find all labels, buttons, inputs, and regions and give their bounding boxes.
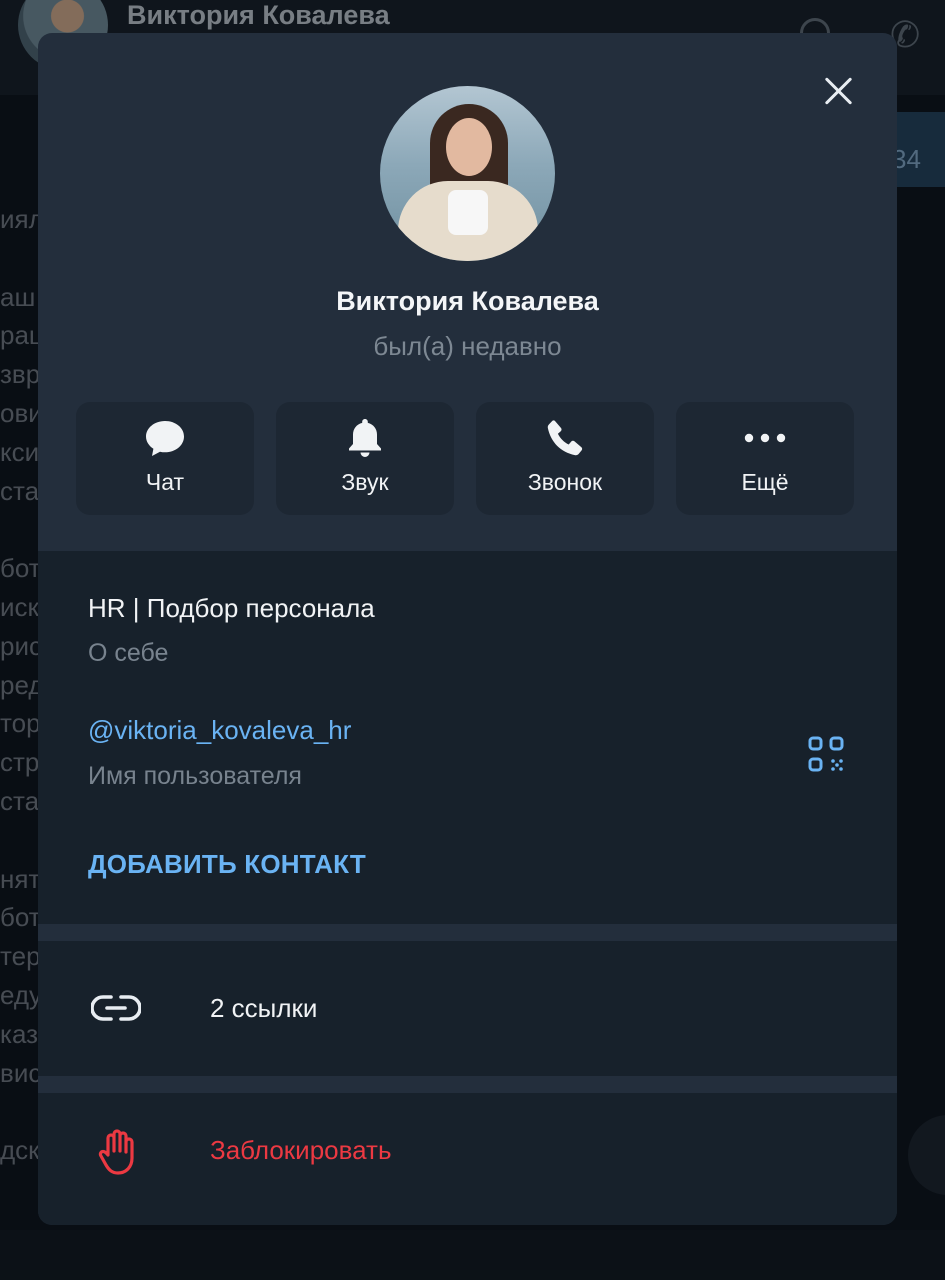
profile-name: Виктория Ковалева [336, 286, 599, 316]
call-button[interactable]: Звонок [476, 402, 654, 515]
more-dots-icon [676, 416, 854, 460]
chat-button[interactable]: Чат [76, 402, 254, 515]
phone-icon [476, 416, 654, 460]
username-link[interactable]: @viktoria_kovaleva_hr [88, 715, 351, 746]
hand-stop-icon [98, 1129, 138, 1175]
chat-bubble-icon [76, 416, 254, 460]
links-label: 2 ссылки [210, 993, 318, 1023]
more-button[interactable]: Ещё [676, 402, 854, 515]
bio-text[interactable]: HR | Подбор персонала [88, 593, 375, 624]
close-icon[interactable] [818, 71, 858, 111]
add-contact-button[interactable]: ДОБАВИТЬ КОНТАКТ [88, 849, 366, 880]
more-button-label: Ещё [741, 469, 789, 495]
section-divider [38, 1076, 897, 1093]
call-button-label: Звонок [527, 469, 603, 495]
link-icon [90, 990, 142, 1026]
qr-code-icon[interactable] [808, 736, 844, 772]
bell-icon [276, 416, 454, 460]
username-caption: Имя пользователя [88, 762, 302, 790]
section-divider [38, 924, 897, 941]
profile-photo[interactable] [380, 86, 555, 261]
info-section: HR | Подбор персонала О себе @viktoria_k… [38, 551, 897, 924]
profile-modal: Виктория Ковалева был(а) недавно Чат Зву… [38, 33, 897, 1225]
block-user-row[interactable]: Заблокировать [38, 1093, 897, 1225]
sound-button-label: Звук [341, 469, 389, 495]
bio-caption: О себе [88, 639, 169, 667]
links-row[interactable]: 2 ссылки [38, 941, 897, 1076]
sound-button[interactable]: Звук [276, 402, 454, 515]
block-user-label: Заблокировать [210, 1135, 392, 1165]
profile-status: был(а) недавно [373, 331, 562, 361]
chat-button-label: Чат [145, 469, 185, 495]
